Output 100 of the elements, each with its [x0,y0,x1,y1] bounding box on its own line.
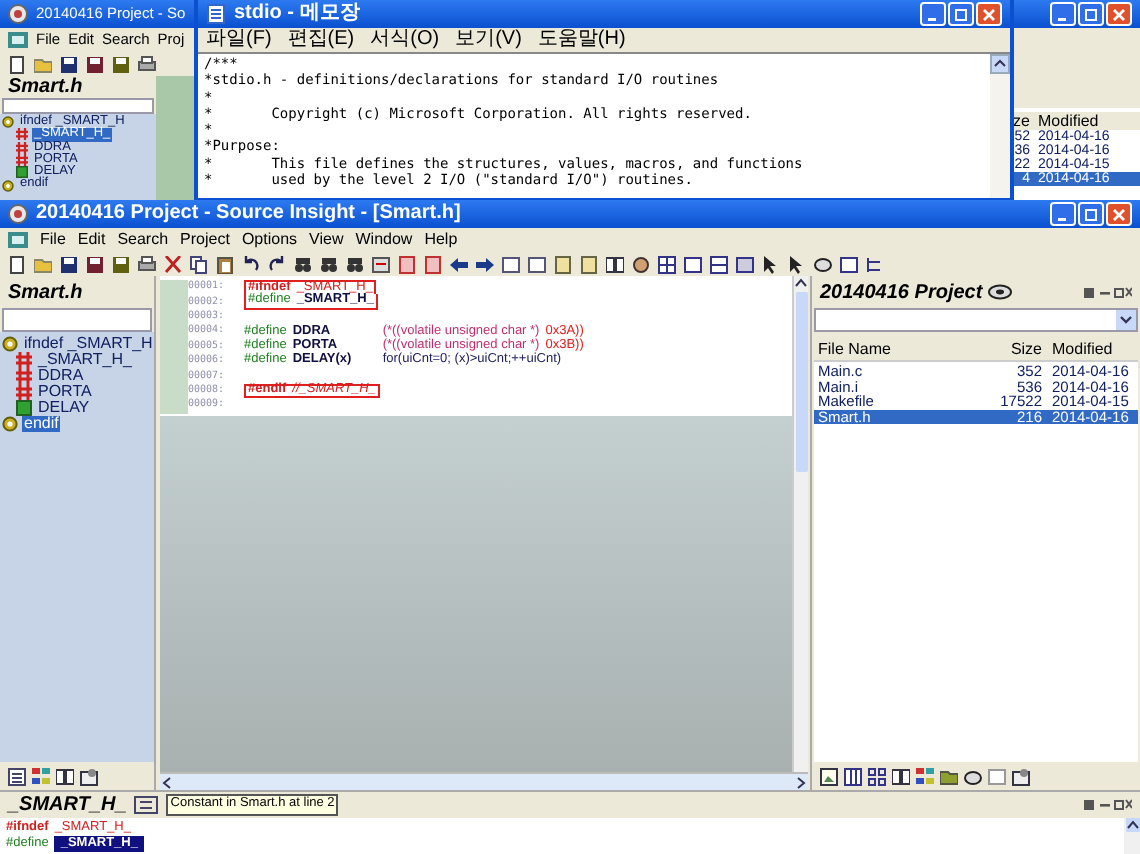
maximize-button[interactable] [1078,202,1104,226]
printer-icon [138,55,156,73]
column-header[interactable]: ze [1010,112,1034,130]
floppy-icon [86,255,104,273]
scroll-right-icon [794,775,808,789]
document-icon [8,232,28,248]
menu-item[interactable]: 도움말(H) [537,30,626,50]
printer-icon [138,255,156,273]
minimize-button[interactable] [1050,2,1076,26]
menu-item[interactable]: Window [355,232,413,248]
floppy-icon [60,55,78,73]
menu-item[interactable]: 보기(V) [455,30,522,50]
macro-icon [16,166,28,179]
panel-title: Smart.h [6,279,85,307]
minimize-button[interactable] [920,2,946,26]
new-file-icon [8,55,26,73]
scroll-thumb[interactable] [795,292,807,472]
vertical-scrollbar[interactable] [792,276,808,772]
book-icon [892,767,910,785]
column-header[interactable]: Size [990,338,1046,360]
category-icon [32,767,50,785]
close-icon [1112,207,1126,221]
column-header[interactable]: File Name [814,338,990,360]
menu-item[interactable]: Project [180,232,230,248]
menu-item[interactable]: 편집(E) [287,30,355,50]
project-dropdown[interactable] [814,308,1138,332]
scroll-up-icon [794,276,808,290]
symbol-item[interactable]: PORTA [36,384,94,400]
maximize-icon [1084,7,1098,21]
macro-icon [16,400,32,416]
binoculars-icon [346,255,364,273]
window-icon [736,255,754,273]
window-icon [988,767,1006,785]
image-icon [820,767,838,785]
panel-controls-icon [1084,798,1132,812]
folder-icon [940,767,958,785]
window-title: stdio - 메모장 [234,4,360,24]
conditional-icon [2,116,14,129]
document-icon [8,32,28,48]
horizontal-scrollbar[interactable] [160,772,808,790]
app-icon [8,4,28,24]
symbol-title: _SMART_H_ [8,792,127,820]
maximize-icon [1084,207,1098,221]
conditional-icon [2,416,18,432]
settings-icon [1012,767,1030,785]
floppy-icon [112,55,130,73]
menu-item[interactable]: Search [117,232,169,248]
redo-icon [268,255,286,273]
close-button[interactable] [1106,2,1132,26]
minimize-button[interactable] [1050,202,1076,226]
columns-icon [844,767,862,785]
undo-icon [242,255,260,273]
gutter [160,280,188,414]
search-field[interactable] [2,308,152,332]
left-arrow-icon [450,255,468,273]
binoculars-icon [320,255,338,273]
search-field[interactable] [2,98,154,114]
binoculars-icon [294,255,312,273]
vertical-scrollbar[interactable] [1124,818,1140,854]
list-icon [8,767,26,785]
symbol-item[interactable]: endif [22,416,61,432]
disc-icon [814,255,832,273]
menu-item[interactable]: Help [424,232,458,248]
app-icon [8,204,28,224]
menu-item[interactable]: Edit [77,232,106,248]
notepad-icon [206,4,226,24]
conditional-icon [2,179,14,192]
close-icon [1112,7,1126,21]
maximize-button[interactable] [1078,2,1104,26]
close-button[interactable] [1106,202,1132,226]
symbol-item[interactable]: DDRA [36,368,86,384]
menu-item[interactable]: Options [241,232,298,248]
panel-title: 20140416 Project [820,279,983,307]
replace-icon [372,255,390,273]
disc-icon [964,767,982,785]
column-header[interactable]: Modified [1034,112,1140,130]
scroll-left-icon [160,775,174,789]
symbol-item[interactable]: _SMART_H_ [36,352,134,368]
menu-item[interactable]: 서식(O) [370,30,440,50]
scrollbar[interactable] [990,54,1010,198]
category-icon [916,767,934,785]
floppy-icon [86,55,104,73]
maximize-button[interactable] [948,2,974,26]
dropdown-arrow-icon [1116,310,1136,330]
disc-icon [988,284,1013,300]
menu-item[interactable]: 파일(F) [206,30,272,50]
menu-item[interactable]: File [40,232,66,248]
book-icon [56,767,74,785]
panel-controls-icon [1084,285,1132,299]
menu-item[interactable]: View [309,232,344,248]
grid-icon [868,767,886,785]
floppy-icon [60,255,78,273]
column-header[interactable]: Modified [1046,338,1138,360]
panel-title: Smart.h [6,76,85,98]
scroll-up-icon [990,54,1010,74]
symbol-item[interactable]: ifndef _SMART_H [22,336,154,352]
scroll-up-icon [1125,818,1139,832]
settings-icon [80,767,98,785]
symbol-item[interactable]: DELAY [36,400,92,416]
close-button[interactable] [976,2,1002,26]
